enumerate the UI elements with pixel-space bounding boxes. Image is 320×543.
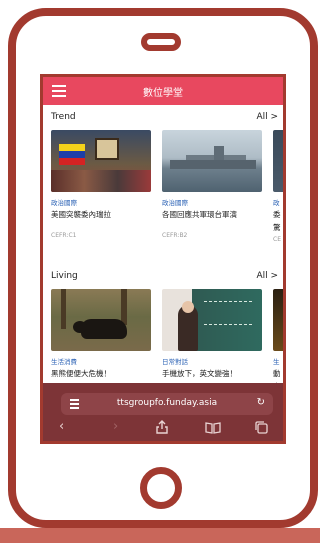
article-card[interactable]: 生活消費 黑熊便便大危機！ [51,289,155,379]
see-all-link[interactable]: All > [256,112,278,122]
article-thumbnail [51,289,151,351]
article-thumbnail [162,289,262,351]
article-thumbnail [51,130,151,192]
article-category: 日常對話 [162,358,188,366]
forward-icon[interactable]: › [113,419,118,435]
article-category: 政治國際 [162,199,188,207]
article-thumbnail [273,289,283,351]
bookmarks-icon[interactable] [205,419,221,434]
address-bar[interactable]: ttsgroupfo.funday.asia ↻ [61,393,273,415]
content-area: Trend All > 政治國際 美國突襲委內瑞拉 CEFR:C1 政治國際 各… [43,105,283,395]
browser-toolbar: ttsgroupfo.funday.asia ↻ ‹ › [43,383,283,441]
tabs-icon[interactable] [255,419,268,434]
article-card[interactable]: 日常對話 手機放下，英文變強！ [162,289,266,379]
article-card[interactable]: 政治國際 美國突襲委內瑞拉 CEFR:C1 [51,130,155,239]
article-thumbnail [162,130,262,192]
article-title: 動 [273,369,281,378]
article-level: CEFR:B2 [162,232,188,239]
article-title-line2: 驚 [273,223,281,232]
section-title: Trend [51,112,76,122]
see-all-link[interactable]: All > [256,271,278,281]
url-text: ttsgroupfo.funday.asia [116,398,218,408]
article-title: 美國突襲委內瑞拉 [51,210,111,219]
app-title: 數位學堂 [143,88,183,99]
back-icon[interactable]: ‹ [59,419,64,435]
article-title: 黑熊便便大危機！ [51,369,111,378]
section-header-living: Living All > [51,271,283,285]
article-category: 政治國際 [51,199,77,207]
section-title: Living [51,271,78,281]
bottom-strip [0,528,320,543]
article-category: 生活消費 [51,358,77,366]
reload-icon[interactable]: ↻ [257,397,265,408]
speaker-icon [141,33,181,51]
article-card[interactable]: 生 動 之 [273,289,283,392]
article-category: 生 [273,358,280,366]
app-bar: 數位學堂 [43,77,283,105]
stage: 數位學堂 Trend All > 政治國際 美國突襲委內瑞拉 CEFR:C1 政… [0,0,320,543]
article-title: 手機放下，英文變強！ [162,369,237,378]
article-card[interactable]: 政 委 驚 CE [273,130,283,243]
home-button[interactable] [140,467,182,509]
phone-screen: 數位學堂 Trend All > 政治國際 美國突襲委內瑞拉 CEFR:C1 政… [40,74,286,444]
article-category: 政 [273,199,280,207]
share-icon[interactable] [156,419,168,434]
article-level: CEFR:C1 [51,232,77,239]
article-title: 各國回應共軍環台軍演 [162,210,237,219]
section-header-trend: Trend All > [51,112,283,126]
article-card[interactable]: 政治國際 各國回應共軍環台軍演 CEFR:B2 [162,130,266,239]
article-title: 委 [273,210,281,219]
article-thumbnail [273,130,283,192]
article-level: CE [273,236,281,243]
